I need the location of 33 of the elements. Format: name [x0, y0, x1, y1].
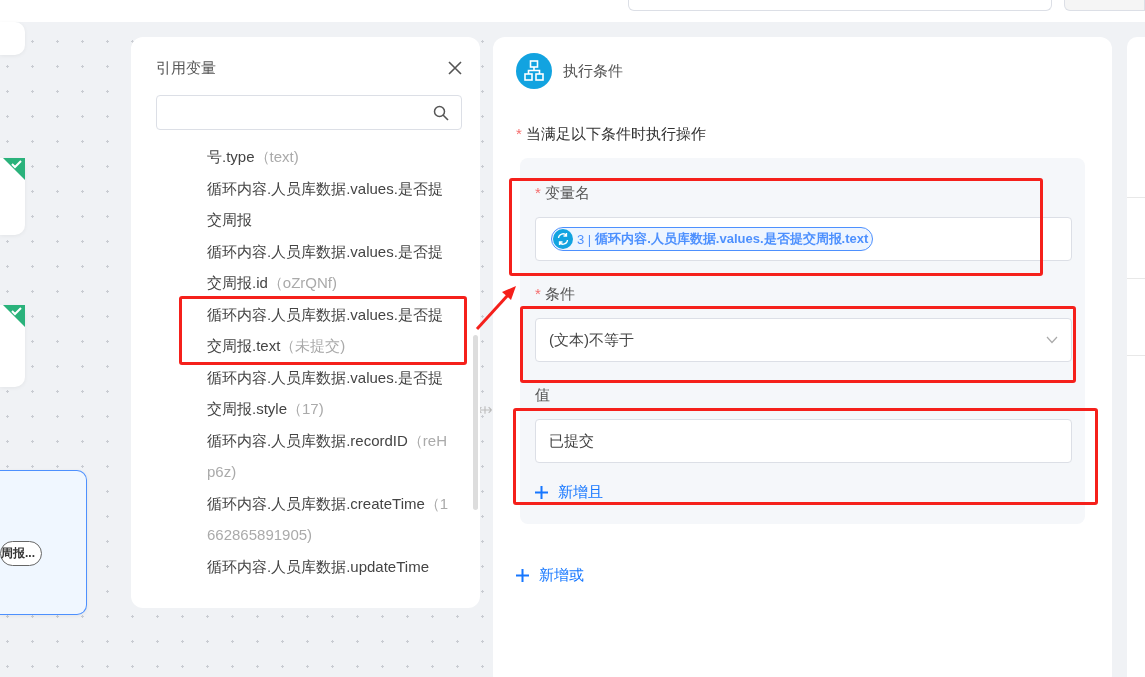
hierarchy-icon	[516, 53, 552, 89]
add-and-button[interactable]: 新增且	[535, 483, 603, 502]
field-label: * 条件	[535, 285, 575, 304]
chevron-down-icon	[1046, 336, 1058, 344]
loop-icon	[553, 229, 573, 249]
search-icon	[433, 104, 449, 121]
plus-icon	[516, 569, 529, 582]
variable-item[interactable]: 循环内容.人员库数据.recordID（reHp6z)	[207, 424, 451, 488]
field-label: * 变量名	[535, 184, 590, 203]
flow-node[interactable]	[0, 305, 25, 387]
search-field[interactable]	[156, 95, 462, 130]
resize-handle-icon[interactable]	[477, 403, 493, 416]
variable-item[interactable]: 循环内容.人员库数据.values.是否提交周报.text（未提交)	[207, 298, 451, 362]
panel-title: 执行条件	[563, 61, 623, 81]
variable-item[interactable]: 循环内容.人员库数据.values.是否提交周报.style（17)	[207, 361, 451, 425]
variable-item[interactable]: 循环内容.人员库数据.values.是否提交周报.id（oZrQNf)	[207, 235, 451, 299]
variable-item[interactable]: 号.type（text)	[207, 141, 451, 173]
field-label: 值	[535, 386, 550, 405]
close-icon[interactable]	[448, 61, 462, 75]
variable-item[interactable]: 循环内容.人员库数据.updateTime	[207, 550, 451, 582]
flow-node[interactable]	[0, 158, 25, 235]
scrollbar[interactable]	[473, 335, 478, 510]
variable-item[interactable]: 循环内容.人员库数据.createTime（1662865891905)	[207, 487, 451, 551]
variable-item[interactable]: 循环内容.人员库数据.values.是否提交周报	[207, 172, 451, 236]
condition-select[interactable]: (文本)不等于	[535, 318, 1072, 362]
flow-node[interactable]: 周报...	[0, 470, 87, 615]
top-button[interactable]	[1063, 0, 1145, 11]
add-or-button[interactable]: 新增或	[516, 566, 584, 585]
panel-title: 引用变量	[156, 58, 216, 78]
value-input[interactable]: 已提交	[535, 419, 1072, 463]
section-label: * 当满足以下条件时执行操作	[516, 125, 707, 144]
node-tag: 周报...	[0, 541, 42, 566]
plus-icon	[535, 486, 548, 499]
